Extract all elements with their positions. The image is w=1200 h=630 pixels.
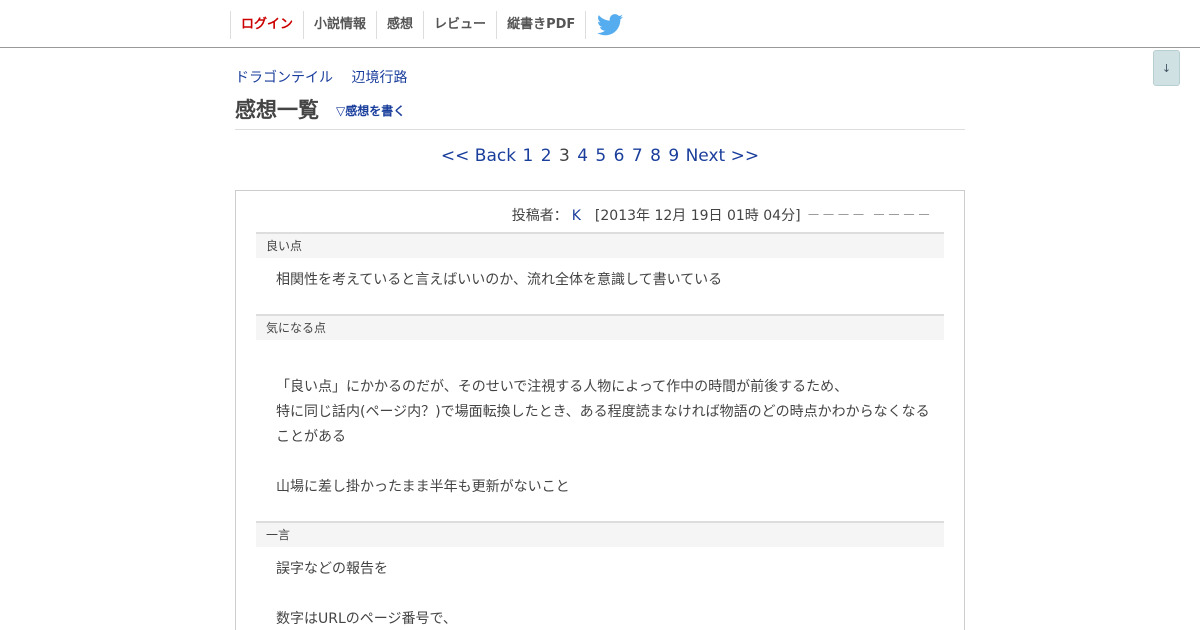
nav-login-link[interactable]: ログイン bbox=[230, 11, 303, 39]
breadcrumb: ドラゴンテイル 辺境行路 bbox=[235, 67, 407, 87]
review-meta: 投稿者： K [2013年 12月 19日 01時 04分] －－－－ －－－－ bbox=[512, 205, 932, 225]
pager-page-8[interactable]: 8 bbox=[650, 146, 661, 166]
pager-page-1[interactable]: 1 bbox=[522, 146, 533, 166]
concern-line: 山場に差し掛かったまま半年も更新がないこと bbox=[276, 479, 570, 495]
twitter-bird-icon bbox=[597, 14, 624, 36]
review-card: 投稿者： K [2013年 12月 19日 01時 04分] －－－－ －－－－ 良い… bbox=[235, 190, 965, 630]
good-points-header: 良い点 bbox=[256, 232, 944, 258]
poster-link[interactable]: K bbox=[572, 208, 581, 224]
good-points-body: 相関性を考えていると言えばいいのか、流れ全体を意識して書いている bbox=[276, 268, 946, 293]
pagination: << Back 1 2 3 4 5 6 7 8 9 Next >> bbox=[235, 146, 965, 166]
nav-novel-info-link[interactable]: 小説情報 bbox=[303, 11, 376, 39]
nav-review-link[interactable]: レビュー bbox=[423, 11, 496, 39]
pager-page-9[interactable]: 9 bbox=[668, 146, 679, 166]
concern-blank-line bbox=[276, 450, 946, 475]
page-heading: 感想一覧 ▽感想を書く bbox=[235, 94, 965, 130]
concern-points-header: 気になる点 bbox=[256, 314, 944, 340]
comment-line: 誤字などの報告を bbox=[276, 561, 388, 577]
nav-impressions-link[interactable]: 感想 bbox=[376, 11, 423, 39]
pager-page-6[interactable]: 6 bbox=[614, 146, 625, 166]
comment-blank-line bbox=[276, 582, 946, 607]
comment-body: 誤字などの報告を 数字はURLのページ番号で、 bbox=[276, 557, 946, 630]
comment-line: 数字はURLのページ番号で、 bbox=[276, 611, 457, 627]
concern-points-body: 「良い点」にかかるのだが、そのせいで注視する人物によって作中の時間が前後するため… bbox=[276, 375, 946, 500]
scroll-down-button[interactable]: ↓ bbox=[1153, 50, 1180, 86]
good-points-line: 相関性を考えていると言えばいいのか、流れ全体を意識して書いている bbox=[276, 272, 723, 288]
concern-line: ことがある bbox=[276, 429, 346, 445]
write-impression-link[interactable]: ▽感想を書く bbox=[336, 102, 405, 119]
pager-next-link[interactable]: Next >> bbox=[686, 146, 760, 166]
nav-vertical-pdf-link[interactable]: 縦書きPDF bbox=[496, 11, 587, 39]
review-date: [2013年 12月 19日 01時 04分] bbox=[594, 208, 801, 224]
concern-line: 特に同じ話内(ページ内？)で場面転換したとき、ある程度読まなければ物語のどの時点… bbox=[276, 404, 930, 420]
review-dashes: －－－－ －－－－ bbox=[806, 208, 932, 224]
twitter-button[interactable] bbox=[586, 11, 634, 39]
pager-page-7[interactable]: 7 bbox=[632, 146, 643, 166]
pager-current-page: 3 bbox=[558, 146, 570, 166]
author-link[interactable]: 辺境行路 bbox=[351, 70, 407, 86]
poster-label: 投稿者： bbox=[511, 208, 568, 224]
top-nav: ログイン 小説情報 感想 レビュー 縦書きPDF bbox=[0, 0, 1200, 48]
pager-page-5[interactable]: 5 bbox=[595, 146, 606, 166]
page-title: 感想一覧 bbox=[235, 98, 319, 122]
pager-back-link[interactable]: << Back bbox=[441, 146, 516, 166]
work-title-link[interactable]: ドラゴンテイル bbox=[235, 70, 333, 86]
pager-page-2[interactable]: 2 bbox=[541, 146, 552, 166]
pager-page-4[interactable]: 4 bbox=[577, 146, 588, 166]
comment-header: 一言 bbox=[256, 521, 944, 547]
concern-line: 「良い点」にかかるのだが、そのせいで注視する人物によって作中の時間が前後するため… bbox=[276, 379, 849, 395]
nav-menu: ログイン 小説情報 感想 レビュー 縦書きPDF bbox=[230, 11, 634, 39]
